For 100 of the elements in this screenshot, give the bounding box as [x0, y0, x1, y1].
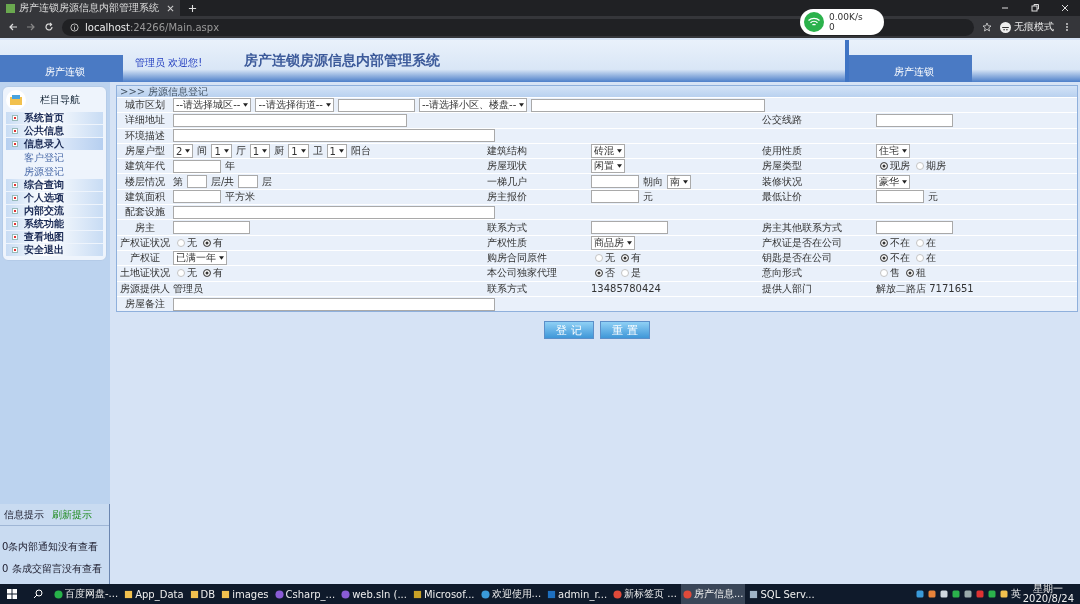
radio-button[interactable] — [595, 254, 603, 263]
select-field[interactable]: 1 — [249, 144, 271, 159]
input-field[interactable] — [173, 221, 250, 234]
select-field[interactable]: --请选择小区、楼盘-- — [418, 98, 528, 113]
select-field[interactable]: 南 — [667, 174, 691, 189]
input-field[interactable] — [876, 190, 924, 204]
radio-label: 否 — [605, 266, 615, 281]
radio-button[interactable] — [916, 254, 924, 263]
taskbar-item[interactable]: 百度网盘-... — [52, 584, 121, 604]
select-field[interactable]: 住宅 — [876, 144, 910, 159]
field-label: 建筑年代 — [124, 159, 166, 174]
select-field[interactable]: 1 — [326, 144, 347, 159]
taskbar-item[interactable]: SQL Serv... — [747, 584, 817, 604]
select-field[interactable]: 豪华 — [876, 174, 910, 189]
select-field[interactable]: --请选择街道-- — [255, 98, 334, 113]
field-label: 房主其他联系方式 — [761, 220, 843, 235]
taskbar-item[interactable]: Microsof... — [410, 584, 477, 604]
close-icon[interactable] — [1060, 3, 1070, 13]
input-field[interactable] — [591, 175, 639, 189]
sidebar-subitem[interactable]: 房源登记 — [6, 165, 103, 178]
sidebar-item[interactable]: 公共信息 — [6, 125, 103, 137]
taskbar-item[interactable]: 新标签页 ... — [611, 584, 679, 604]
input-field[interactable] — [591, 221, 668, 234]
caret-icon — [902, 149, 907, 154]
new-tab-icon[interactable] — [188, 3, 197, 13]
taskbar-item[interactable]: 房产信息... — [680, 584, 746, 604]
sidebar-item[interactable]: 个人选项 — [6, 192, 103, 204]
nav-heading: 栏目导航 — [40, 93, 80, 107]
ime-indicator[interactable]: 英 — [1010, 587, 1021, 601]
sidebar-item[interactable]: 查看地图 — [6, 231, 103, 243]
field-label: 楼层情况 — [124, 174, 166, 189]
input-field[interactable] — [591, 190, 639, 204]
input-field[interactable] — [173, 190, 221, 204]
select-field[interactable]: 闲置 — [591, 159, 625, 174]
close-icon[interactable] — [167, 4, 174, 12]
select-field[interactable]: 2 — [173, 144, 194, 159]
field-label: 联系方式 — [486, 281, 528, 296]
taskbar-item[interactable]: web.sln (... — [339, 584, 409, 604]
input-field[interactable] — [173, 113, 407, 127]
field-label: 房屋类型 — [761, 159, 803, 174]
input-field[interactable] — [173, 159, 221, 173]
sidebar-item[interactable]: 系统首页 — [6, 112, 103, 124]
input-field[interactable] — [173, 129, 495, 143]
panel-tab[interactable]: 信息提示 — [4, 508, 44, 522]
star-icon[interactable] — [982, 22, 992, 32]
input-field[interactable] — [187, 175, 207, 189]
taskbar-item[interactable]: DB — [187, 584, 218, 604]
forward-icon[interactable] — [26, 22, 36, 32]
incognito-button[interactable]: 无痕模式 — [1000, 20, 1054, 34]
select-field[interactable]: --请选择城区-- — [173, 98, 252, 113]
radio-button[interactable] — [916, 238, 924, 247]
radio-button[interactable] — [880, 269, 888, 278]
taskbar-item[interactable]: App_Data — [122, 584, 186, 604]
taskbar-item[interactable]: 欢迎使用... — [478, 584, 544, 604]
select-field[interactable]: 1 — [211, 144, 232, 159]
sidebar-item[interactable]: 系统功能 — [6, 218, 103, 230]
sidebar-subitem[interactable]: 客户登记 — [6, 151, 103, 164]
field-text: 层 — [262, 174, 273, 189]
clock[interactable]: 星期一 2020/8/24 — [1022, 584, 1080, 604]
back-icon[interactable] — [8, 22, 18, 32]
search-icon[interactable] — [33, 589, 43, 599]
sidebar-item[interactable]: 综合查询 — [6, 179, 103, 191]
radio-button[interactable] — [203, 269, 211, 278]
select-field[interactable]: 1 — [288, 144, 309, 159]
field-text: 卫 — [312, 144, 323, 159]
app-icon — [749, 589, 759, 599]
reload-icon[interactable] — [44, 22, 54, 32]
sidebar-item[interactable]: 信息录入 — [6, 138, 103, 150]
sidebar-item[interactable]: 内部交流 — [6, 205, 103, 217]
restore-icon[interactable] — [1030, 3, 1040, 13]
radio-label: 期房 — [926, 159, 946, 174]
select-field[interactable]: 已满一年 — [173, 251, 227, 266]
radio-button[interactable] — [621, 269, 629, 278]
select-field[interactable]: 砖混 — [591, 144, 625, 159]
radio-label: 有 — [631, 251, 641, 266]
input-field[interactable] — [876, 221, 953, 234]
windows-icon[interactable] — [7, 589, 17, 599]
radio-button[interactable] — [203, 238, 211, 247]
input-field[interactable] — [531, 98, 766, 112]
app-icon — [54, 589, 63, 599]
browser-tab[interactable]: 房产连锁房源信息内部管理系统 — [0, 0, 180, 16]
app-icon — [124, 589, 134, 599]
input-field[interactable] — [876, 113, 953, 127]
radio-button[interactable] — [177, 238, 185, 247]
radio-button[interactable] — [916, 162, 924, 171]
radio-label: 在 — [926, 235, 936, 250]
input-field[interactable] — [238, 175, 259, 189]
sidebar-item[interactable]: 安全退出 — [6, 244, 103, 256]
radio-button[interactable] — [880, 238, 888, 247]
taskbar-item[interactable]: Csharp_... — [272, 584, 338, 604]
input-field[interactable] — [173, 205, 495, 219]
info-icon[interactable] — [70, 22, 79, 32]
input-field[interactable] — [337, 98, 415, 112]
select-field[interactable]: 商品房 — [591, 235, 635, 250]
taskbar-item[interactable]: admin_r... — [545, 584, 610, 604]
bullet-icon — [12, 208, 18, 214]
radio-button[interactable] — [177, 269, 185, 278]
input-field[interactable] — [173, 297, 495, 311]
taskbar-item[interactable]: images — [219, 584, 271, 604]
radio-button[interactable] — [906, 269, 914, 278]
